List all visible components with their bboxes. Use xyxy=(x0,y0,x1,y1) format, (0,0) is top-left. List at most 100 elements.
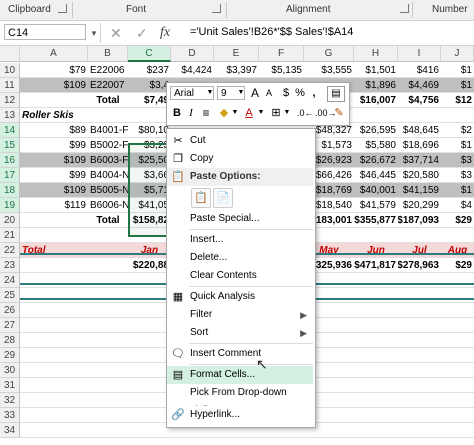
row-header-12[interactable]: 12 xyxy=(0,93,20,108)
cell-b12[interactable]: Total xyxy=(88,93,128,107)
clipboard-launcher-icon[interactable] xyxy=(58,4,67,13)
cell-a14[interactable]: $89 xyxy=(20,123,88,137)
cell-h16[interactable]: $26,672 xyxy=(354,153,398,167)
cell-i17[interactable]: $20,580 xyxy=(398,168,441,182)
cell-j12[interactable]: $12 xyxy=(441,93,474,107)
row-header-25[interactable]: 25 xyxy=(0,288,20,303)
cell-c14[interactable]: $80,10 xyxy=(128,123,171,137)
row-header-19[interactable]: 19 xyxy=(0,198,20,213)
name-box-dropdown-icon[interactable]: ▼ xyxy=(90,29,98,38)
row-header-24[interactable]: 24 xyxy=(0,273,20,288)
menu-item-quick-analysis[interactable]: ▦ Quick Analysis xyxy=(167,288,313,306)
paste-icon[interactable]: 📋 xyxy=(191,188,211,208)
font-color-icon[interactable]: A xyxy=(243,106,255,120)
row-header-28[interactable]: 28 xyxy=(0,333,20,348)
cell-j10[interactable]: $1 xyxy=(441,63,474,77)
format-painter-icon[interactable]: ▤ xyxy=(327,86,345,102)
cell-b20[interactable]: Total xyxy=(88,213,128,227)
row-header-14[interactable]: 14 xyxy=(0,123,20,138)
column-header-h[interactable]: H xyxy=(354,46,398,62)
cell-b16[interactable]: B6003-F xyxy=(88,153,128,167)
row-header-18[interactable]: 18 xyxy=(0,183,20,198)
alignment-launcher-icon[interactable] xyxy=(400,4,409,13)
cell-i20[interactable]: $187,093 xyxy=(398,213,441,227)
row-header-27[interactable]: 27 xyxy=(0,318,20,333)
row-header-32[interactable]: 32 xyxy=(0,393,20,408)
cell-c10[interactable]: $237 xyxy=(128,63,171,77)
cell-a13[interactable]: Roller Skis xyxy=(20,108,130,122)
formula-input[interactable]: ='Unit Sales'!B26*'$$ Sales'!$A14 xyxy=(190,26,353,38)
align-center-icon[interactable]: ≡ xyxy=(199,106,213,120)
grow-font-icon[interactable]: A xyxy=(249,86,261,100)
cell-a17[interactable]: $99 xyxy=(20,168,88,182)
column-header-f[interactable]: F xyxy=(259,46,304,62)
menu-item-copy[interactable]: ❐ Copy xyxy=(167,150,313,168)
cell-h18[interactable]: $40,001 xyxy=(354,183,398,197)
cell-j16[interactable]: $3 xyxy=(441,153,474,167)
column-header-e[interactable]: E xyxy=(214,46,259,62)
cell-h10[interactable]: $1,501 xyxy=(354,63,398,77)
cell-b14[interactable]: B4001-F xyxy=(88,123,128,137)
row-header-11[interactable]: 11 xyxy=(0,78,20,93)
cell-a19[interactable]: $119 xyxy=(20,198,88,212)
menu-item-paste-special[interactable]: Paste Special... xyxy=(167,210,313,228)
row-header-10[interactable]: 10 xyxy=(0,63,20,78)
insert-function-icon[interactable]: fx xyxy=(160,25,170,41)
cell-b11[interactable]: E22007 xyxy=(88,78,128,92)
italic-button[interactable]: I xyxy=(185,106,197,120)
font-size-dropdown-icon[interactable]: ▼ xyxy=(236,86,246,100)
font-launcher-icon[interactable] xyxy=(212,4,221,13)
paste-values-icon[interactable]: 📄 xyxy=(213,188,233,208)
menu-item-cut[interactable]: ✂ Cut xyxy=(167,132,313,150)
cell-j11[interactable]: $1 xyxy=(441,78,474,92)
cell-j19[interactable]: $4 xyxy=(441,198,474,212)
row-header-31[interactable]: 31 xyxy=(0,378,20,393)
cell-i18[interactable]: $41,159 xyxy=(398,183,441,197)
cell-j18[interactable]: $1 xyxy=(441,183,474,197)
borders-icon[interactable]: ⊞ xyxy=(269,106,283,120)
cell-f10[interactable]: $5,135 xyxy=(259,63,304,77)
font-name-dropdown-icon[interactable]: ▼ xyxy=(205,86,215,100)
cell-e10[interactable]: $3,397 xyxy=(214,63,259,77)
cancel-icon[interactable]: ✕ xyxy=(110,25,122,42)
row-header-23[interactable]: 23 xyxy=(0,258,20,273)
bold-button[interactable]: B xyxy=(171,106,183,120)
increase-decimal-icon[interactable]: .00→ xyxy=(315,106,337,120)
select-all-corner[interactable] xyxy=(0,46,20,62)
format-brush-icon[interactable]: ✎ xyxy=(333,106,345,120)
cell-j15[interactable]: $1 xyxy=(441,138,474,152)
cell-h23[interactable]: $471,817 xyxy=(354,258,398,272)
cell-a15[interactable]: $99 xyxy=(20,138,88,152)
column-header-g[interactable]: G xyxy=(304,46,354,62)
cell-h11[interactable]: $1,896 xyxy=(354,78,398,92)
cell-j20[interactable]: $29 xyxy=(441,213,474,227)
row-header-13[interactable]: 13 xyxy=(0,108,20,123)
selected-range-c14-c19[interactable] xyxy=(128,143,171,237)
menu-item-insert[interactable]: Insert... xyxy=(167,231,313,249)
cell-h20[interactable]: $355,877 xyxy=(354,213,398,227)
cell-a16[interactable]: $109 xyxy=(20,153,88,167)
menu-item-hyperlink[interactable]: 🔗 Hyperlink... xyxy=(167,406,313,424)
row-header-16[interactable]: 16 xyxy=(0,153,20,168)
row-header-26[interactable]: 26 xyxy=(0,303,20,318)
enter-check-icon[interactable]: ✓ xyxy=(136,25,148,42)
row-header-34[interactable]: 34 xyxy=(0,423,20,438)
cell-b10[interactable]: E22006 xyxy=(88,63,128,77)
cell-c12[interactable]: $7,49 xyxy=(128,93,171,107)
menu-item-format-cells[interactable]: ▤ Format Cells... xyxy=(167,366,313,384)
row-header-15[interactable]: 15 xyxy=(0,138,20,153)
column-header-b[interactable]: B xyxy=(88,46,128,62)
menu-item-filter[interactable]: Filter ▶ xyxy=(167,306,313,324)
row-header-21[interactable]: 21 xyxy=(0,228,20,243)
column-header-i[interactable]: I xyxy=(398,46,441,62)
cell-h17[interactable]: $46,445 xyxy=(354,168,398,182)
cell-i15[interactable]: $18,696 xyxy=(398,138,441,152)
menu-item-pick-from-list[interactable]: Pick From Drop-down List... xyxy=(167,384,313,416)
cell-h19[interactable]: $41,579 xyxy=(354,198,398,212)
fill-color-dropdown-icon[interactable]: ▼ xyxy=(231,106,239,120)
cell-b15[interactable]: B5002-F xyxy=(88,138,128,152)
cell-a10[interactable]: $79 xyxy=(20,63,88,77)
column-header-j[interactable]: J xyxy=(441,46,474,62)
cell-d10[interactable]: $4,424 xyxy=(171,63,214,77)
cell-a18[interactable]: $109 xyxy=(20,183,88,197)
